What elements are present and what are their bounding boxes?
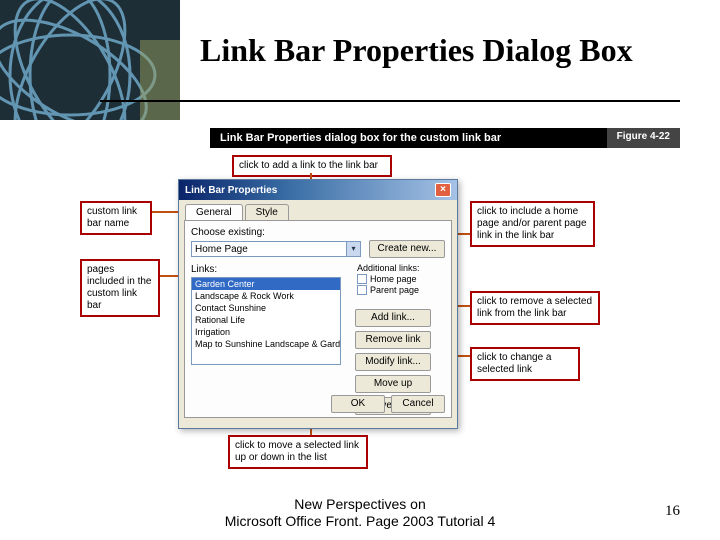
figure-caption-text: Link Bar Properties dialog box for the c… (80, 132, 501, 144)
title-rule (100, 100, 680, 102)
figure-area: click to add a link to the link bar cust… (80, 155, 680, 455)
move-up-button[interactable]: Move up (355, 375, 431, 393)
footer-line1: New Perspectives on (225, 496, 496, 513)
add-link-button[interactable]: Add link... (355, 309, 431, 327)
list-item[interactable]: Landscape & Rock Work (192, 290, 340, 302)
additional-links-label: Additional links: (357, 263, 453, 273)
slide-title: Link Bar Properties Dialog Box (200, 32, 633, 69)
choose-existing-label: Choose existing: (191, 227, 445, 238)
callout-include-home-parent: click to include a home page and/or pare… (470, 201, 595, 247)
footer-line2: Microsoft Office Front. Page 2003 Tutori… (225, 513, 496, 530)
callout-move-link: click to move a selected link up or down… (228, 435, 368, 469)
decorative-sphere-image (0, 0, 180, 120)
parent-page-checkbox[interactable] (357, 285, 367, 295)
list-item[interactable]: Rational Life (192, 314, 340, 326)
parent-page-label: Parent page (370, 285, 419, 295)
tab-general[interactable]: General (185, 204, 243, 220)
dialog-titlebar: Link Bar Properties × (179, 180, 457, 200)
page-number: 16 (665, 503, 680, 520)
home-page-checkbox[interactable] (357, 274, 367, 284)
figure-caption-bar: Link Bar Properties dialog box for the c… (80, 128, 680, 148)
chevron-down-icon[interactable]: ▾ (347, 241, 361, 257)
link-bar-properties-dialog: Link Bar Properties × General Style Choo… (178, 179, 458, 429)
slide-footer: New Perspectives on Microsoft Office Fro… (0, 496, 720, 530)
remove-link-button[interactable]: Remove link (355, 331, 431, 349)
list-item[interactable]: Contact Sunshine (192, 302, 340, 314)
callout-add-link: click to add a link to the link bar (232, 155, 392, 177)
dialog-body: Choose existing: ▾ Create new... Links: … (184, 220, 452, 418)
callout-custom-name: custom link bar name (80, 201, 152, 235)
cancel-button[interactable]: Cancel (391, 395, 445, 413)
create-new-button[interactable]: Create new... (369, 240, 445, 258)
list-item[interactable]: Map to Sunshine Landscape & Garden Cen (192, 338, 340, 350)
list-item[interactable]: Irrigation (192, 326, 340, 338)
link-bar-name-input[interactable] (191, 241, 347, 257)
slide-header: Link Bar Properties Dialog Box (0, 0, 720, 120)
links-listbox[interactable]: Garden Center Landscape & Rock Work Cont… (191, 277, 341, 365)
dialog-title-text: Link Bar Properties (185, 185, 277, 196)
callout-remove-link: click to remove a selected link from the… (470, 291, 600, 325)
home-page-label: Home page (370, 274, 417, 284)
callout-change-link: click to change a selected link (470, 347, 580, 381)
tab-style[interactable]: Style (245, 204, 289, 220)
figure-number-tag: Figure 4-22 (607, 128, 680, 148)
ok-button[interactable]: OK (331, 395, 385, 413)
dialog-tabs: General Style (179, 200, 457, 220)
modify-link-button[interactable]: Modify link... (355, 353, 431, 371)
callout-pages-included: pages included in the custom link bar (80, 259, 160, 317)
list-item[interactable]: Garden Center (192, 278, 340, 290)
close-icon[interactable]: × (435, 183, 451, 197)
